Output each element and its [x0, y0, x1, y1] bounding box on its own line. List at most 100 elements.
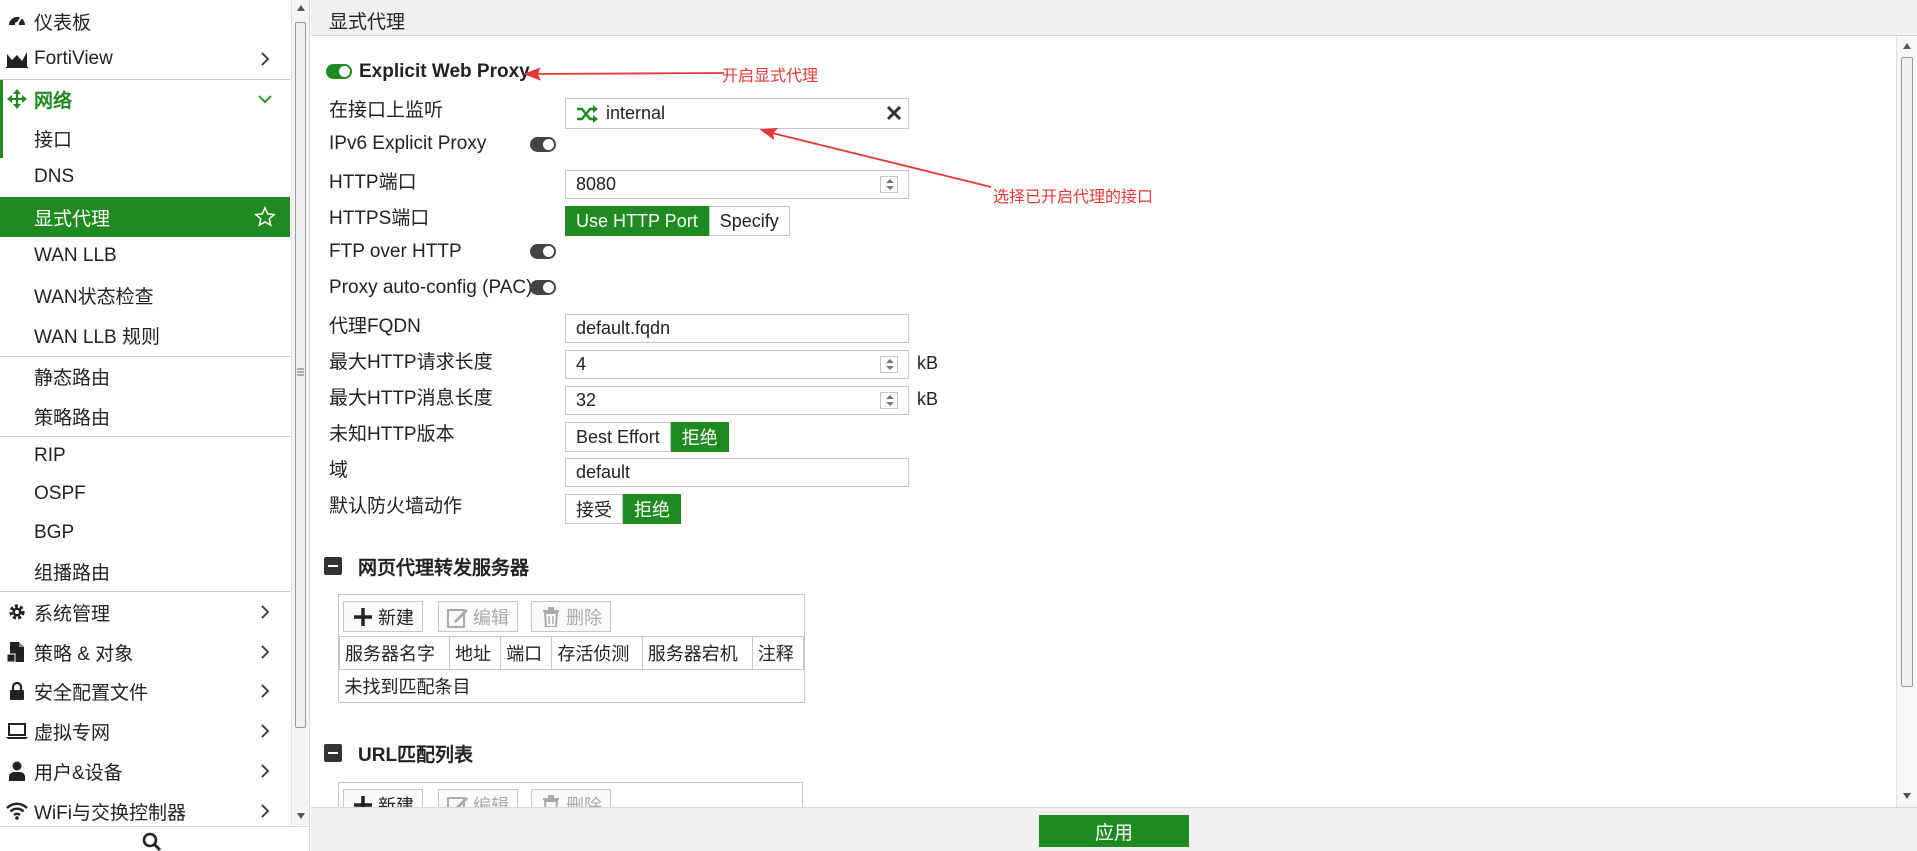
realm-label: 域	[329, 459, 349, 481]
nav-dashboard[interactable]: 仪表板	[0, 2, 290, 40]
nav-label: 静态路由	[34, 367, 111, 389]
nav-bgp[interactable]: BGP	[0, 514, 290, 552]
nav-wan-llb-rules[interactable]: WAN LLB 规则	[0, 316, 290, 354]
forward-servers-section-header[interactable]: 网页代理转发服务器	[324, 552, 529, 580]
edit-button[interactable]: 编辑	[438, 601, 518, 632]
ftp-over-http-toggle[interactable]	[530, 244, 556, 259]
fw-accept-option[interactable]: 接受	[565, 494, 623, 524]
column-header[interactable]: 服务器名字	[339, 637, 450, 670]
collapse-icon[interactable]	[324, 557, 342, 575]
nav-system[interactable]: 系统管理	[0, 593, 290, 631]
realm-input[interactable]: default	[565, 458, 909, 487]
max-request-label: 最大HTTP请求长度	[329, 351, 493, 373]
fqdn-row: 代理FQDN	[329, 309, 421, 339]
max-message-unit: kB	[917, 389, 939, 409]
new-button[interactable]: 新建	[343, 601, 423, 632]
chevron-right-icon	[254, 48, 276, 70]
column-header[interactable]: 存活侦测	[551, 637, 643, 670]
main-scroll-thumb[interactable]	[1901, 57, 1913, 687]
fqdn-input[interactable]: default.fqdn	[565, 314, 909, 343]
collapse-icon[interactable]	[324, 744, 342, 762]
column-header[interactable]: 端口	[500, 637, 553, 670]
edit-button[interactable]: 编辑	[438, 789, 518, 807]
url-match-toolbar: 新建 编辑 删除	[339, 783, 802, 807]
sidebar-scrollbar[interactable]	[291, 0, 309, 825]
delete-button[interactable]: 删除	[531, 789, 611, 807]
max-request-input[interactable]: 4	[565, 350, 909, 379]
unknown-http-selector: Best Effort 拒绝	[565, 422, 729, 452]
http-port-row: HTTP端口	[329, 165, 417, 195]
fqdn-value: default.fqdn	[576, 318, 671, 338]
default-fw-action-selector: 接受 拒绝	[565, 494, 681, 524]
nav-label: 安全配置文件	[34, 682, 149, 704]
chevron-right-icon	[254, 641, 276, 663]
http-port-value: 8080	[576, 174, 617, 194]
https-use-http-port-option[interactable]: Use HTTP Port	[565, 206, 709, 236]
fw-deny-option[interactable]: 拒绝	[623, 494, 681, 524]
nav-label: 显式代理	[34, 208, 111, 230]
max-message-input[interactable]: 32	[565, 386, 909, 415]
nav-security-profiles[interactable]: 安全配置文件	[0, 672, 290, 710]
chevron-down-icon	[254, 88, 276, 110]
edit-button-label: 编辑	[473, 607, 509, 628]
realm-value: default	[576, 462, 631, 482]
nav-label: 仪表板	[34, 12, 92, 34]
nav-label: RIP	[34, 445, 66, 466]
delete-button[interactable]: 删除	[531, 601, 611, 632]
ipv6-proxy-toggle[interactable]	[530, 137, 556, 152]
https-port-label: HTTPS端口	[329, 207, 430, 229]
new-button[interactable]: 新建	[343, 789, 423, 807]
http-port-stepper[interactable]	[880, 176, 898, 193]
listen-interface-field[interactable]: internal	[565, 98, 909, 129]
delete-button-label: 删除	[566, 795, 602, 808]
apply-button[interactable]: 应用	[1039, 815, 1189, 847]
page-title: 显式代理	[329, 12, 406, 33]
nav-multicast[interactable]: 组播路由	[0, 552, 290, 590]
nav-rip[interactable]: RIP	[0, 437, 290, 475]
column-header[interactable]: 注释	[751, 637, 805, 670]
unknown-http-reject-option[interactable]: 拒绝	[670, 422, 729, 452]
remove-icon[interactable]	[886, 105, 902, 121]
column-header[interactable]: 地址	[448, 637, 502, 670]
nav-policy-routes[interactable]: 策略路由	[0, 397, 290, 435]
column-header[interactable]: 服务器宕机	[641, 637, 753, 670]
nav-fortiview[interactable]: FortiView	[0, 40, 290, 78]
shuffle-icon	[576, 104, 598, 123]
main-scrollbar[interactable]	[1896, 37, 1917, 807]
chevron-right-icon	[254, 760, 276, 782]
search-icon[interactable]	[142, 832, 162, 851]
nav-label: WAN LLB 规则	[34, 326, 160, 348]
nav-dns[interactable]: DNS	[0, 158, 290, 196]
nav-network[interactable]: 网络	[0, 80, 290, 118]
nav-vpn[interactable]: 虚拟专网	[0, 712, 290, 750]
unknown-http-best-effort-option[interactable]: Best Effort	[565, 422, 671, 452]
https-specify-option[interactable]: Specify	[708, 206, 790, 236]
page-header: 显式代理	[311, 0, 1917, 36]
explicit-web-proxy-label: Explicit Web Proxy	[359, 61, 530, 82]
nav-user-device[interactable]: 用户&设备	[0, 752, 290, 790]
nav-wifi-switch[interactable]: WiFi与交换控制器	[0, 792, 290, 830]
chevron-right-icon	[254, 720, 276, 742]
max-request-unit: kB	[917, 353, 939, 373]
nav-label: 虚拟专网	[34, 722, 111, 744]
max-request-stepper[interactable]	[880, 356, 898, 373]
sidebar-search[interactable]	[0, 826, 309, 851]
url-match-section-header[interactable]: URL匹配列表	[324, 739, 473, 767]
nav-wan-health[interactable]: WAN状态检查	[0, 276, 290, 314]
star-icon[interactable]	[254, 206, 276, 228]
max-message-stepper[interactable]	[880, 392, 898, 409]
explicit-web-proxy-toggle[interactable]	[326, 64, 352, 79]
ipv6-proxy-label: IPv6 Explicit Proxy	[329, 133, 487, 154]
empty-row: 未找到匹配条目	[339, 668, 804, 702]
nav-label: BGP	[34, 522, 75, 543]
pac-toggle[interactable]	[530, 280, 556, 295]
nav-policy-objects[interactable]: 策略 & 对象	[0, 633, 290, 671]
nav-ospf[interactable]: OSPF	[0, 475, 290, 513]
default-fw-action-label: 默认防火墙动作	[329, 495, 463, 517]
nav-explicit-proxy[interactable]: 显式代理	[0, 197, 290, 237]
chevron-right-icon	[254, 680, 276, 702]
http-port-input[interactable]: 8080	[565, 170, 909, 199]
nav-interfaces[interactable]: 接口	[0, 119, 290, 157]
nav-wan-llb[interactable]: WAN LLB	[0, 237, 290, 275]
nav-static-routes[interactable]: 静态路由	[0, 357, 290, 395]
